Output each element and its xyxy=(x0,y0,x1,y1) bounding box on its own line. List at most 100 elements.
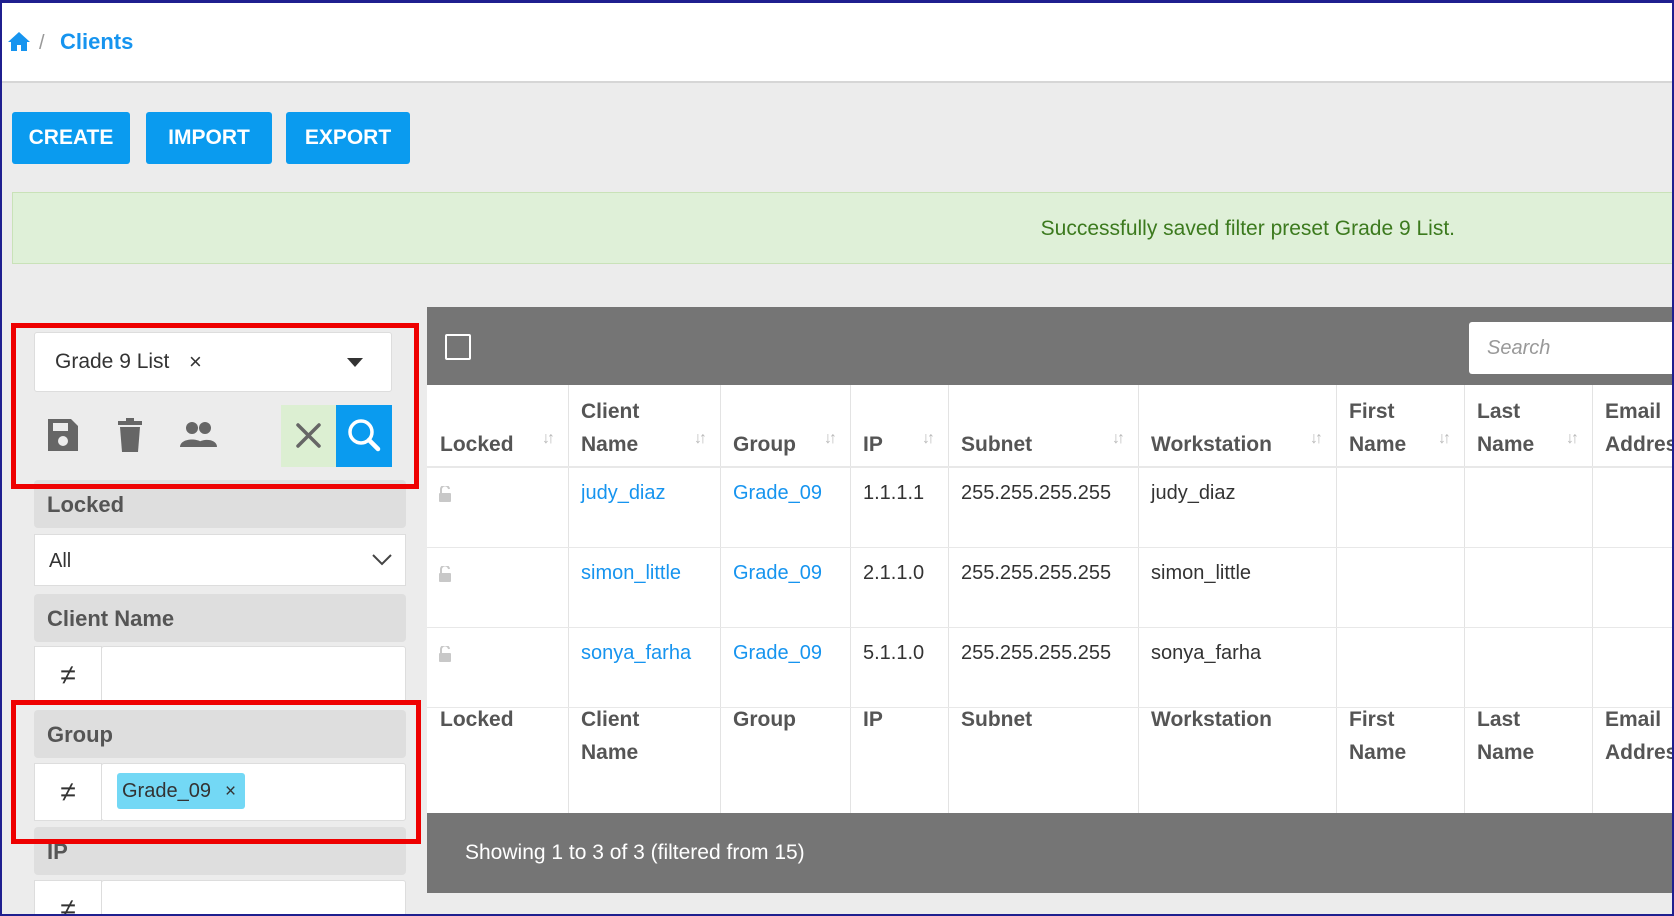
table-row[interactable]: sonya_farha Grade_09 5.1.1.0 255.255.255.25… xyxy=(427,628,1672,708)
header-line-1 xyxy=(440,395,551,428)
cell-workstation: simon_little xyxy=(1151,562,1252,584)
column-header-group[interactable]: Group xyxy=(733,395,833,461)
highlight-preset-box xyxy=(11,323,419,489)
header-line-1 xyxy=(863,395,931,428)
header-line-2: Subnet xyxy=(961,433,1033,456)
sort-icon[interactable]: ↓↑ xyxy=(694,430,707,448)
header-line-1: Last xyxy=(1477,400,1521,423)
column-footer-ip: IP xyxy=(863,703,883,736)
sort-icon[interactable]: ↓↑ xyxy=(824,430,837,448)
column-footer-email: Email Address xyxy=(1605,703,1672,769)
footer-line-1: Client xyxy=(581,708,640,731)
unlock-icon xyxy=(439,646,451,662)
footer-line-1: First xyxy=(1349,708,1395,731)
cell-group[interactable]: Grade_09 xyxy=(733,642,822,665)
column-footer-last-name: Last Name xyxy=(1477,703,1534,769)
filter-ip-input[interactable] xyxy=(101,880,406,914)
cell-subnet: 255.255.255.255 xyxy=(961,642,1112,664)
cell-client-name[interactable]: simon_little xyxy=(581,562,681,585)
sort-icon[interactable]: ↓↑ xyxy=(542,430,555,448)
sort-icon[interactable]: ↓↑ xyxy=(1438,430,1451,448)
column-footer-workstation: Workstation xyxy=(1151,703,1272,736)
footer-line-1: IP xyxy=(863,708,883,731)
breadcrumb-current: Clients xyxy=(60,29,134,54)
table-info-bar: Showing 1 to 3 of 3 (filtered from 15) xyxy=(427,813,1672,893)
cell-client-name[interactable]: judy_diaz xyxy=(581,482,666,505)
filter-locked-value: All xyxy=(49,550,72,572)
column-header-email[interactable]: Email Address xyxy=(1605,395,1672,461)
table-toolbar: Search xyxy=(427,307,1672,385)
sort-icon[interactable]: ↓↑ xyxy=(1112,430,1125,448)
header-line-1 xyxy=(1151,395,1319,428)
column-header-client-name[interactable]: Client Name xyxy=(581,395,703,461)
export-button[interactable]: EXPORT xyxy=(286,112,410,164)
chevron-down-icon xyxy=(372,554,392,566)
column-header-locked[interactable]: Locked xyxy=(440,395,551,461)
table-search-input[interactable]: Search xyxy=(1469,322,1672,374)
column-footer-locked: Locked xyxy=(440,703,514,736)
column-footer-first-name: First Name xyxy=(1349,703,1406,769)
footer-line-1: Workstation xyxy=(1151,708,1272,731)
breadcrumb-separator: / xyxy=(39,32,45,54)
header-line-1 xyxy=(961,395,1121,428)
cell-subnet: 255.255.255.255 xyxy=(961,482,1112,504)
cell-client-name[interactable]: sonya_farha xyxy=(581,642,691,665)
filter-locked-select[interactable]: All xyxy=(34,534,406,586)
create-button[interactable]: CREATE xyxy=(12,112,130,164)
select-all-checkbox[interactable] xyxy=(445,334,471,360)
table-row[interactable]: judy_diaz Grade_09 1.1.1.1 255.255.255.255 j… xyxy=(427,468,1672,548)
clients-table: Locked ↓↑ Client Name ↓↑ Group ↓↑ IP ↓↑ Subnet ↓↑ W… xyxy=(427,385,1672,813)
cell-ip: 1.1.1.1 xyxy=(863,482,925,504)
filter-locked-label: Locked xyxy=(47,492,125,517)
header-line-1 xyxy=(733,395,833,428)
home-icon[interactable] xyxy=(7,29,31,53)
header-line-2: Address xyxy=(1605,433,1672,456)
cell-workstation: judy_diaz xyxy=(1151,482,1236,504)
filter-ip-operator[interactable]: ≠ xyxy=(34,880,102,914)
header-line-2: Name xyxy=(581,433,639,456)
header-line-1: Email xyxy=(1605,400,1662,423)
sort-icon[interactable]: ↓↑ xyxy=(1566,430,1579,448)
header-line-2: Group xyxy=(733,433,796,456)
table-search-placeholder: Search xyxy=(1487,337,1551,359)
filter-client-name-label: Client Name xyxy=(47,606,175,631)
header-line-2: IP xyxy=(863,433,883,456)
column-header-first-name[interactable]: First Name xyxy=(1349,395,1447,461)
header-line-1: Client xyxy=(581,400,640,423)
cell-group[interactable]: Grade_09 xyxy=(733,562,822,585)
cell-workstation: sonya_farha xyxy=(1151,642,1262,664)
footer-line-1: Email xyxy=(1605,708,1662,731)
footer-line-2: Address xyxy=(1605,741,1672,764)
cell-group[interactable]: Grade_09 xyxy=(733,482,822,505)
column-header-ip[interactable]: IP xyxy=(863,395,931,461)
success-alert: Successfully saved filter preset Grade 9… xyxy=(12,192,1672,264)
header-line-2: Locked xyxy=(440,433,514,456)
column-footer-subnet: Subnet xyxy=(961,703,1032,736)
sort-icon[interactable]: ↓↑ xyxy=(1310,430,1323,448)
alert-message: Successfully saved filter preset Grade 9… xyxy=(1040,217,1455,240)
cell-subnet: 255.255.255.255 xyxy=(961,562,1112,584)
footer-line-2: Name xyxy=(581,741,639,764)
footer-line-2: Name xyxy=(1477,741,1535,764)
footer-line-1: Locked xyxy=(440,708,514,731)
header-line-2: Name xyxy=(1477,433,1535,456)
column-header-workstation[interactable]: Workstation xyxy=(1151,395,1319,461)
footer-line-1: Last xyxy=(1477,708,1521,731)
filter-client-name-input[interactable] xyxy=(101,646,406,704)
column-footer-client-name: Client Name xyxy=(581,703,639,769)
filter-client-name-header: Client Name xyxy=(34,594,406,642)
unlock-icon xyxy=(439,566,451,582)
column-header-last-name[interactable]: Last Name xyxy=(1477,395,1575,461)
column-header-subnet[interactable]: Subnet xyxy=(961,395,1121,461)
filter-client-name-operator[interactable]: ≠ xyxy=(34,646,102,704)
breadcrumb: / Clients xyxy=(2,3,1672,83)
column-footer-group: Group xyxy=(733,703,796,736)
header-line-1: First xyxy=(1349,400,1395,423)
cell-ip: 2.1.1.0 xyxy=(863,562,925,584)
table-row[interactable]: simon_little Grade_09 2.1.1.0 255.255.255.2… xyxy=(427,548,1672,628)
import-button[interactable]: IMPORT xyxy=(146,112,272,164)
highlight-group-box xyxy=(11,700,421,844)
sort-icon[interactable]: ↓↑ xyxy=(922,430,935,448)
table-info: Showing 1 to 3 of 3 (filtered from 15) xyxy=(465,841,805,864)
app-window: / Clients CREATE IMPORT EXPORT Successfu… xyxy=(0,0,1674,916)
